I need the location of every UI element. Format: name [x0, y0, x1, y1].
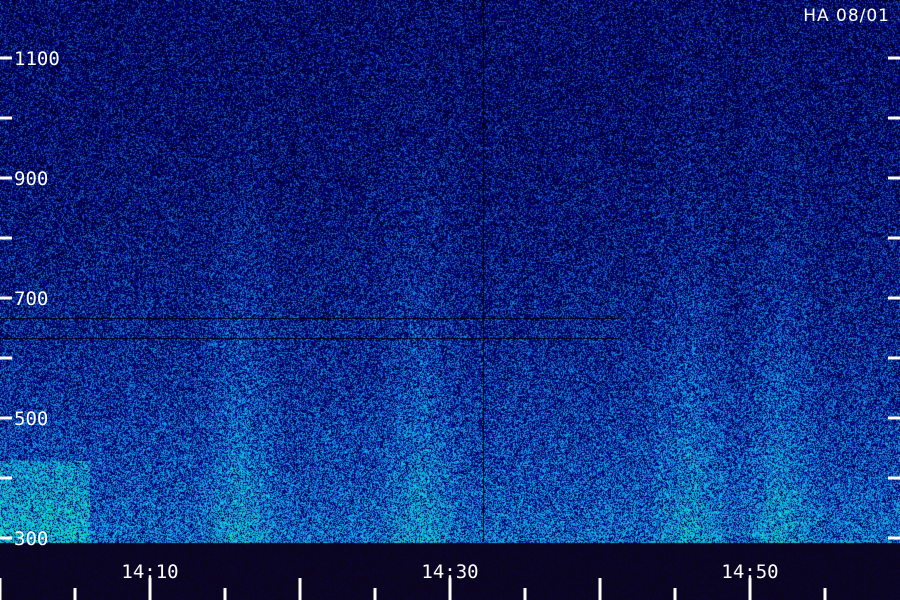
- x-tick-label: 14:10: [121, 561, 178, 583]
- station-date-label: HA 08/01: [803, 6, 890, 26]
- spectrogram-chart: 300 500 700 900 1100 14:10 14:30 14:50 HA 08/01: [0, 0, 900, 600]
- axes-overlay: 300 500 700 900 1100 14:10 14:30 14:50: [0, 48, 900, 600]
- y-tick-label: 700: [14, 288, 48, 310]
- y-tick-label: 900: [14, 168, 48, 190]
- y-tick-label: 300: [14, 528, 48, 550]
- y-tick-label: 1100: [14, 48, 60, 70]
- x-tick-label: 14:50: [721, 561, 778, 583]
- y-tick-label: 500: [14, 408, 48, 430]
- x-tick-label: 14:30: [421, 561, 478, 583]
